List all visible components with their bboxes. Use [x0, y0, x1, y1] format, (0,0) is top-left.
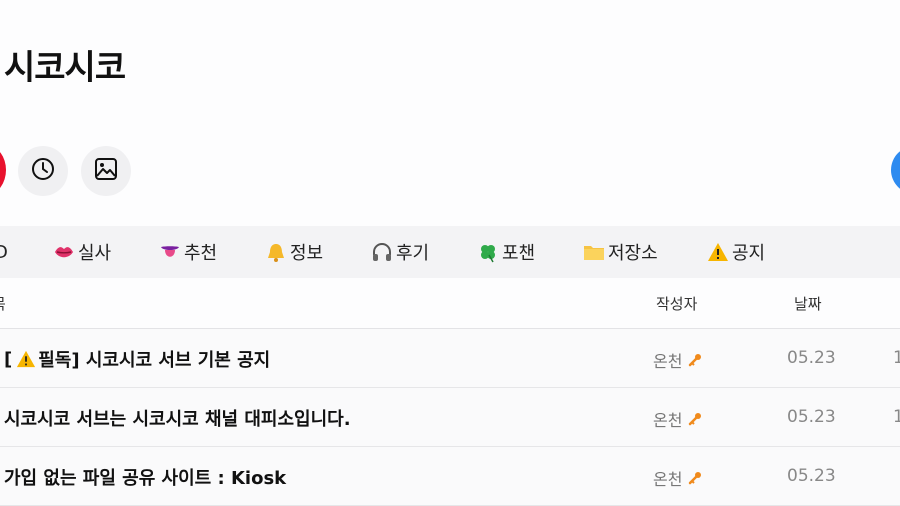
image-button[interactable] — [81, 146, 131, 196]
page-title: 시코시코 — [4, 48, 126, 88]
write-button[interactable] — [0, 146, 6, 194]
post-title[interactable]: [ 필독] 시코시코 서브 기본 공지 — [4, 346, 270, 372]
tab-label: 실사 — [78, 243, 112, 264]
key-icon — [688, 471, 702, 485]
tab-review[interactable]: 후기 — [370, 226, 429, 278]
tab-label: 추천 — [184, 243, 218, 264]
header-title: 목 — [0, 293, 6, 314]
clock-icon — [30, 156, 56, 186]
tab-recommend[interactable]: 추천 — [158, 226, 217, 278]
post-date: 05.23 — [787, 466, 836, 486]
post-author[interactable]: 온천 — [653, 348, 702, 372]
tab-label: 공지 — [732, 243, 766, 264]
tab-pochan[interactable]: 포챈 — [476, 226, 535, 278]
header-date: 날짜 — [794, 295, 822, 313]
warning-icon — [16, 349, 36, 369]
bracket-text: [ — [4, 348, 13, 370]
table-row[interactable]: [ 필독] 시코시코 서브 기본 공지 온천 05.23 1 — [0, 329, 900, 388]
tab-label: D — [0, 241, 8, 263]
table-row[interactable]: 가입 없는 파일 공유 사이트 : Kiosk 온천 05.23 — [0, 447, 900, 506]
post-views: 1 — [893, 348, 900, 368]
lips-icon — [52, 240, 76, 264]
post-title[interactable]: 시코시코 서브는 시코시코 채널 대피소입니다. — [4, 405, 351, 431]
title-text: 시코시코 서브는 시코시코 채널 대피소입니다. — [4, 409, 351, 430]
warning-icon — [706, 240, 730, 264]
tab-d[interactable]: D — [0, 226, 8, 278]
tab-label: 저장소 — [608, 243, 658, 264]
clover-icon — [476, 240, 500, 264]
author-name: 온천 — [653, 411, 683, 430]
post-title[interactable]: 가입 없는 파일 공유 사이트 : Kiosk — [4, 464, 286, 490]
search-button[interactable] — [891, 146, 900, 194]
title-text: 가입 없는 파일 공유 사이트 : Kiosk — [4, 468, 287, 489]
tab-storage[interactable]: 저장소 — [582, 226, 658, 278]
category-tabs: D 실사 추천 정보 후기 포챈 저장소 공지 — [0, 226, 900, 278]
tongue-icon — [158, 240, 182, 264]
recent-button[interactable] — [18, 146, 68, 196]
tab-label: 후기 — [396, 243, 430, 264]
post-views: 1 — [893, 407, 900, 427]
tab-info[interactable]: 정보 — [264, 226, 323, 278]
key-icon — [688, 353, 702, 367]
headphones-icon — [370, 240, 394, 264]
post-author[interactable]: 온천 — [653, 407, 702, 431]
tab-label: 포챈 — [502, 243, 536, 264]
author-name: 온천 — [653, 352, 683, 371]
post-date: 05.23 — [787, 348, 836, 368]
table-header: 목 작성자 날짜 — [0, 278, 900, 329]
post-author[interactable]: 온천 — [653, 466, 702, 490]
bell-icon — [264, 240, 288, 264]
image-icon — [93, 156, 119, 186]
key-icon — [688, 412, 702, 426]
post-date: 05.23 — [787, 407, 836, 427]
header-author: 작성자 — [656, 295, 698, 313]
table-row[interactable]: 시코시코 서브는 시코시코 채널 대피소입니다. 온천 05.23 1 — [0, 388, 900, 447]
tab-real[interactable]: 실사 — [52, 226, 111, 278]
tab-label: 정보 — [290, 243, 324, 264]
folder-icon — [582, 240, 606, 264]
tab-notice[interactable]: 공지 — [706, 226, 765, 278]
author-name: 온천 — [653, 470, 683, 489]
title-text: 필독] 시코시코 서브 기본 공지 — [38, 350, 271, 371]
